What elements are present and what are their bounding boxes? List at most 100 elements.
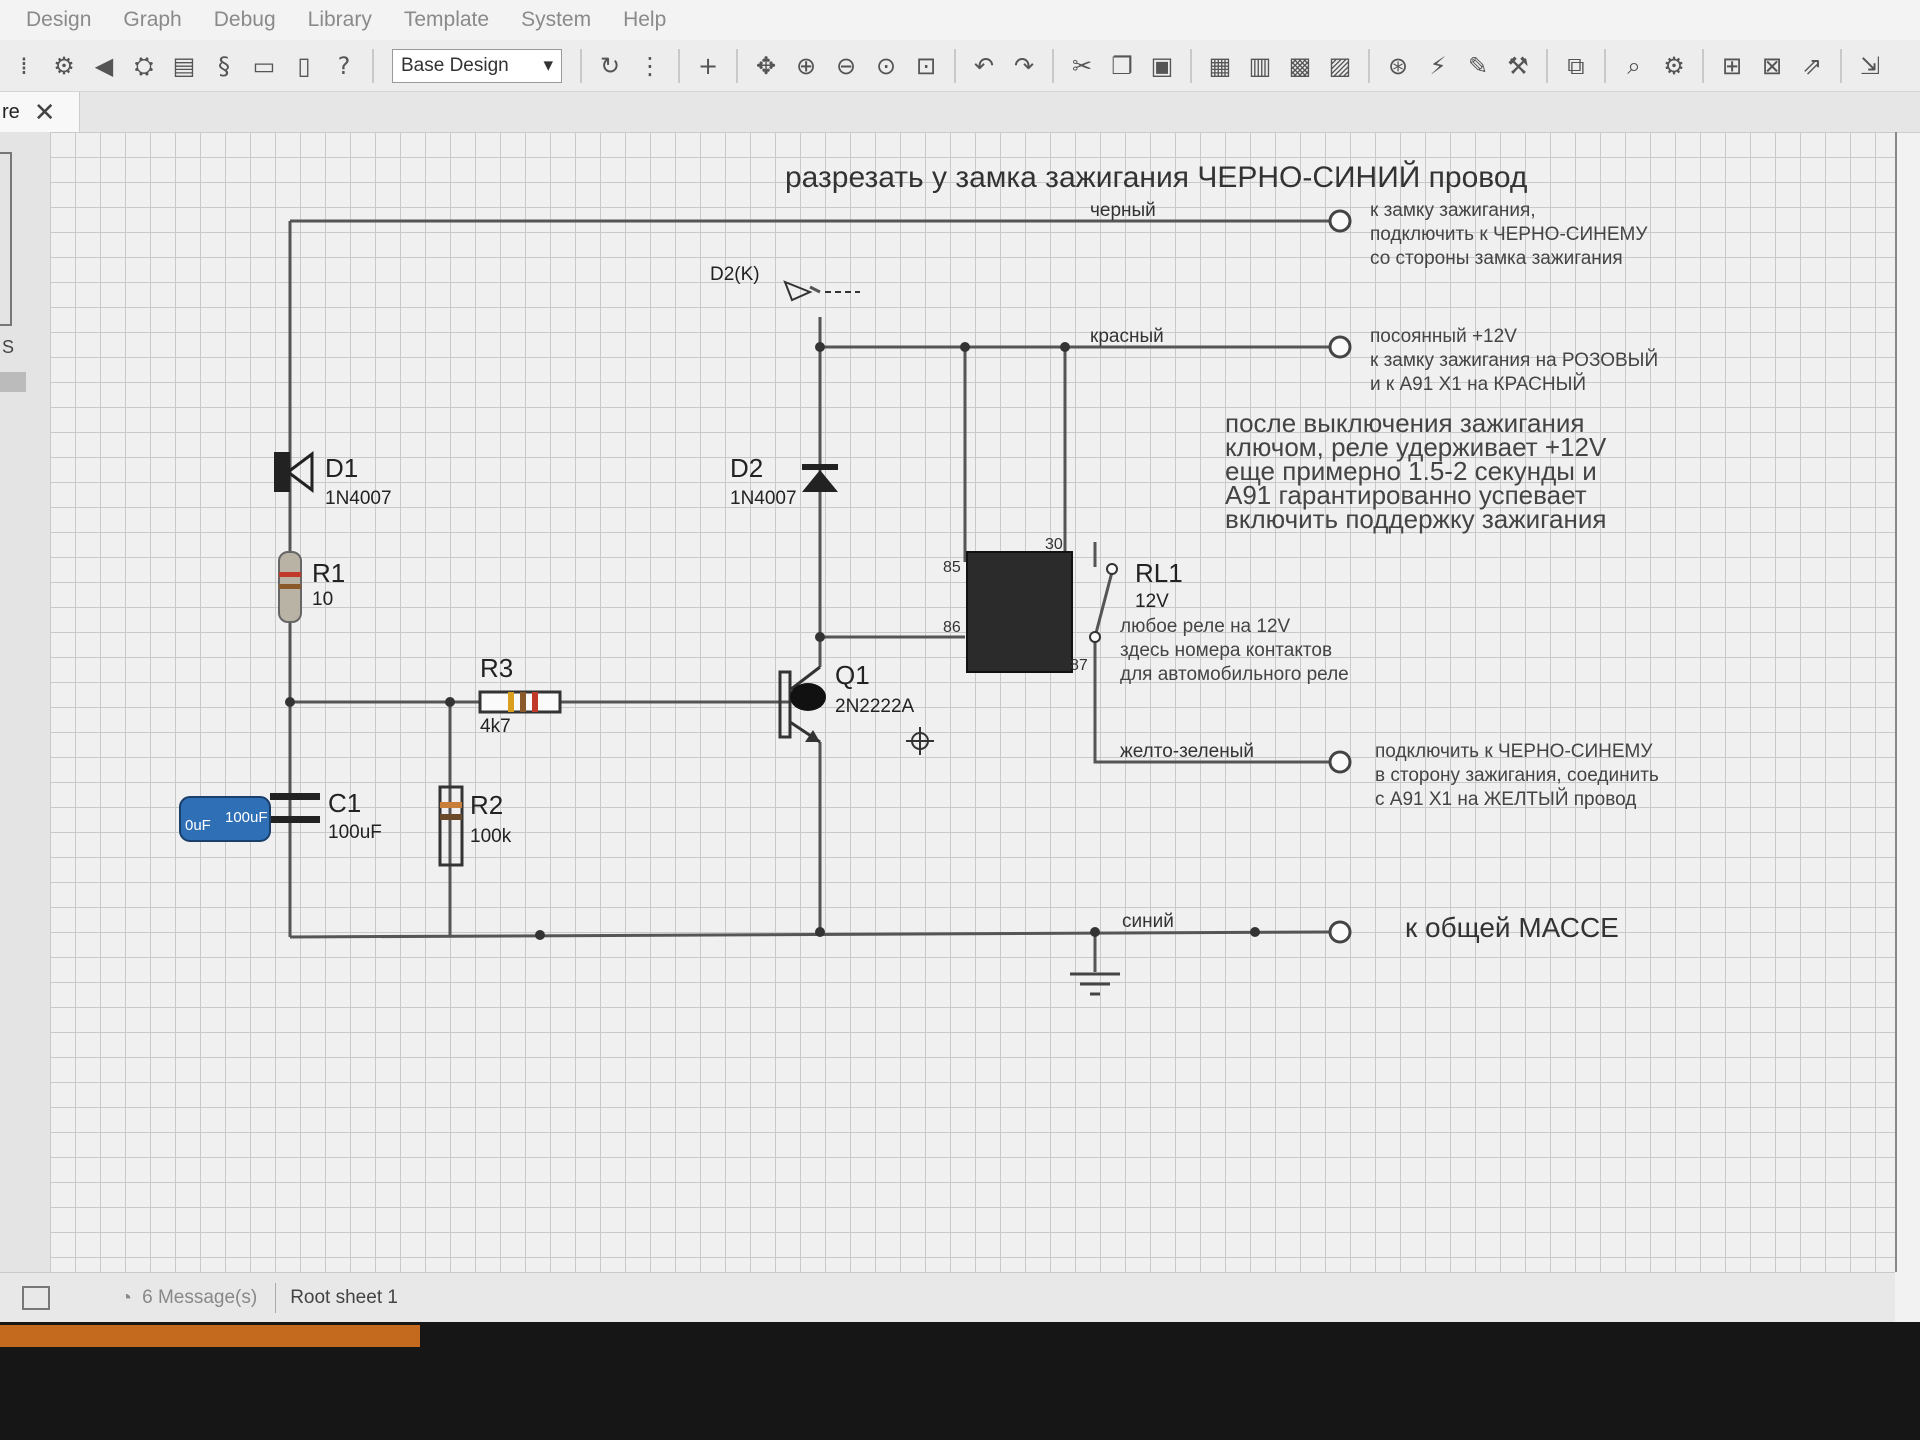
note-red-wire: посоянный +12V к замку зажигания на РОЗО… <box>1370 326 1658 395</box>
terminal-yellow-green[interactable] <box>1328 750 1352 774</box>
zoom-out-icon[interactable]: ⊖ <box>828 48 864 84</box>
tab-schematic[interactable]: re ✕ <box>0 92 80 132</box>
relay-pin-86: 86 <box>943 619 961 636</box>
menu-debug[interactable]: Debug <box>214 8 276 32</box>
list-icon[interactable]: ▤ <box>166 48 202 84</box>
close-icon[interactable]: ✕ <box>34 97 56 128</box>
note-line: к замку зажигания, <box>1370 200 1536 221</box>
grid-icon[interactable]: ⋮ <box>632 48 668 84</box>
toolbar-separator <box>580 48 582 83</box>
menu-template[interactable]: Template <box>404 8 489 32</box>
diode-d1[interactable]: D1 1N4007 <box>274 451 392 509</box>
r1-value: 10 <box>312 589 333 610</box>
tab-label: re <box>2 100 20 123</box>
panel-label: S <box>2 337 15 357</box>
component-mode-icon[interactable]: ⁞ <box>6 48 42 84</box>
toolbar-separator <box>1840 48 1842 83</box>
help-icon[interactable]: ? <box>326 48 362 84</box>
property-icon[interactable]: ⚒ <box>1500 48 1536 84</box>
panel-scroll-handle[interactable] <box>0 372 26 392</box>
wire-autoroute-icon[interactable]: ⚡ <box>1420 48 1456 84</box>
script-icon[interactable]: § <box>206 48 242 84</box>
junctions <box>285 342 1260 940</box>
terminal-black[interactable] <box>1328 209 1352 233</box>
redo-icon[interactable]: ↷ <box>1006 48 1042 84</box>
pan-icon[interactable]: ✥ <box>748 48 784 84</box>
find-icon[interactable]: ⌕ <box>1616 48 1652 84</box>
tab-bar: re ✕ <box>0 92 1920 133</box>
export-icon[interactable]: ⇲ <box>1852 48 1888 84</box>
status-sheet: Root sheet 1 <box>290 1287 398 1308</box>
search-tag-icon[interactable]: ✎ <box>1460 48 1496 84</box>
design-select[interactable]: Base Design ▾ <box>392 48 562 83</box>
remove-sheet-icon[interactable]: ⊠ <box>1754 48 1790 84</box>
block-copy-icon[interactable]: ▦ <box>1202 48 1238 84</box>
capacitor-c1[interactable]: 0uF 100uF C1 100uF <box>179 788 382 843</box>
r3-ref: R3 <box>480 653 513 683</box>
junction <box>815 632 825 642</box>
cut-icon[interactable]: ✂ <box>1064 48 1100 84</box>
note-line: здесь номера контактов <box>1120 640 1332 661</box>
note-yellow-green: подключить к ЧЕРНО-СИНЕМУ в сторону зажи… <box>1375 741 1659 810</box>
tool-icon[interactable]: ⚙ <box>1656 48 1692 84</box>
transistor-q1[interactable]: Q1 2N2222A <box>778 660 915 744</box>
c1-value: 100uF <box>328 822 382 843</box>
origin-icon[interactable]: + <box>690 48 726 84</box>
note-line: в сторону зажигания, соединить <box>1375 765 1659 786</box>
status-messages[interactable]: 6 Message(s) <box>142 1287 257 1309</box>
d2-value: 1N4007 <box>730 488 797 509</box>
doc-icon[interactable]: ▯ <box>286 48 322 84</box>
resistor-r3[interactable]: R3 4k7 <box>478 653 562 737</box>
block-move-icon[interactable]: ▥ <box>1242 48 1278 84</box>
note-line: к замку зажигания на РОЗОВЫЙ <box>1370 349 1658 371</box>
schematic-canvas[interactable]: D1 1N4007 R1 10 R2 100k R3 4k7 0uF 100uF… <box>50 132 1897 1272</box>
back-icon[interactable]: ◀ <box>86 48 122 84</box>
rl1-value: 12V <box>1135 591 1169 612</box>
toolbar-separator <box>736 48 738 83</box>
menu-library[interactable]: Library <box>308 8 372 32</box>
toolbar-separator <box>1604 48 1606 83</box>
sheet-icon[interactable] <box>22 1286 50 1310</box>
terminal-ground[interactable] <box>1328 920 1352 944</box>
child-sheet-icon[interactable]: ⇗ <box>1794 48 1830 84</box>
block-rotate-icon[interactable]: ▩ <box>1282 48 1318 84</box>
paste-icon[interactable]: ▣ <box>1144 48 1180 84</box>
message-icon[interactable]: ◔ <box>120 1287 132 1310</box>
wire-blue[interactable] <box>289 930 1331 939</box>
wire-label-red: красный <box>1090 326 1164 347</box>
menu-system[interactable]: System <box>521 8 591 32</box>
new-sheet-icon[interactable]: ⊞ <box>1714 48 1750 84</box>
resistor-r1[interactable]: R1 10 <box>278 551 345 623</box>
copy-icon[interactable]: ❐ <box>1104 48 1140 84</box>
menu-help[interactable]: Help <box>623 8 666 32</box>
pick-icon[interactable]: ⊛ <box>1380 48 1416 84</box>
d1-value: 1N4007 <box>325 488 392 509</box>
c1-body-text2: 0uF <box>185 817 211 834</box>
q1-ref: Q1 <box>835 660 870 690</box>
device-icon[interactable]: ⛭ <box>126 48 162 84</box>
terminal-red[interactable] <box>1328 335 1352 359</box>
junction <box>1060 342 1070 352</box>
menu-design[interactable]: Design <box>26 8 91 32</box>
junction <box>445 697 455 707</box>
netlist-icon[interactable]: ⧉ <box>1558 48 1594 84</box>
refresh-icon[interactable]: ↻ <box>592 48 628 84</box>
zoom-area-icon[interactable]: ⊡ <box>908 48 944 84</box>
menu-graph[interactable]: Graph <box>123 8 181 32</box>
wire-label-black: черный <box>1090 200 1156 221</box>
toolbar-separator <box>1702 48 1704 83</box>
zoom-fit-icon[interactable]: ⊙ <box>868 48 904 84</box>
undo-icon[interactable]: ↶ <box>966 48 1002 84</box>
zoom-in-icon[interactable]: ⊕ <box>788 48 824 84</box>
relay-switch-blade[interactable] <box>1093 571 1114 638</box>
tape-icon[interactable]: ▭ <box>246 48 282 84</box>
toolbar-separator <box>372 48 374 83</box>
chip-icon[interactable]: ⚙ <box>46 48 82 84</box>
note-line: и к А91 Х1 на КРАСНЫЙ <box>1370 373 1586 395</box>
note-line: подключить к ЧЕРНО-СИНЕМУ <box>1370 224 1648 245</box>
c1-body-text: 100uF <box>225 809 268 826</box>
note-hold-time: после выключения зажигания ключом, реле … <box>1225 408 1607 534</box>
diode-d2[interactable]: D2 1N4007 D2(K) <box>710 264 860 509</box>
junction <box>815 342 825 352</box>
block-delete-icon[interactable]: ▨ <box>1322 48 1358 84</box>
